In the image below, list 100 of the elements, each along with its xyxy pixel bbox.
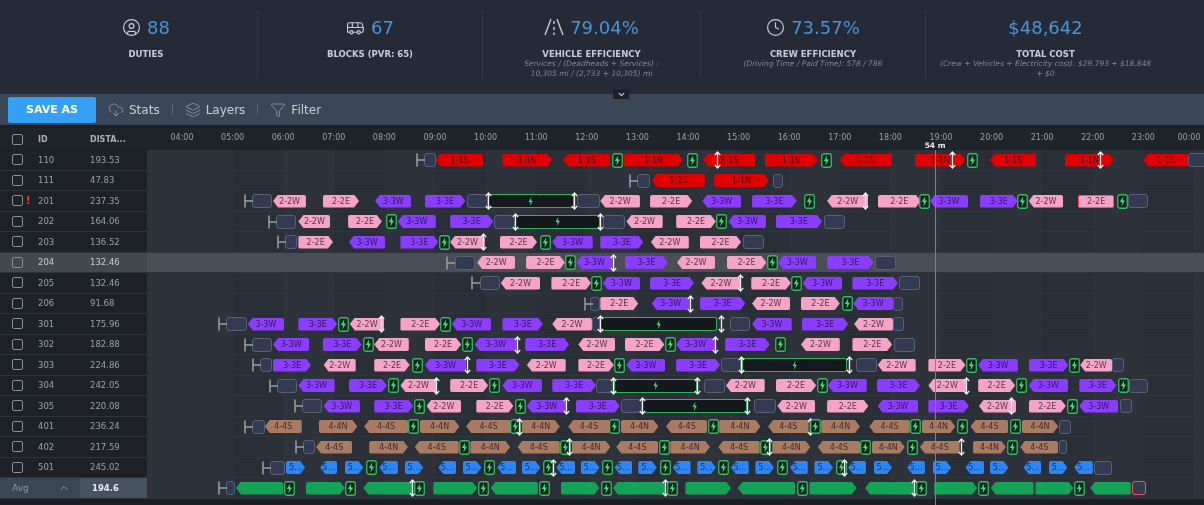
trip-bar: 3-3W	[828, 379, 867, 392]
depot-block	[596, 378, 614, 393]
double-arrow-icon	[596, 315, 604, 333]
trip-bar: 2-2W	[752, 297, 790, 310]
trip-bar: 2-2E	[374, 358, 410, 372]
charger-icon	[1068, 357, 1080, 373]
charger-icon	[489, 378, 501, 393]
toolbar-button[interactable]: Stats	[106, 101, 162, 118]
depot-block	[704, 378, 726, 393]
road-icon	[544, 18, 565, 36]
trip-bar: 2-2E	[1078, 194, 1114, 208]
distance-cell-text: 47.83	[90, 175, 116, 186]
charger-icon	[803, 193, 815, 209]
row-checkbox[interactable]	[12, 318, 23, 330]
trip-bar: 4-4S	[316, 440, 353, 454]
trip-bar: 5...	[932, 461, 952, 474]
double-arrow-icon	[661, 479, 669, 497]
depot-block	[591, 317, 601, 331]
row-checkbox[interactable]	[12, 420, 23, 432]
trip-bar: 1-1S	[651, 174, 705, 187]
trip-bar: 3-3E	[979, 194, 1018, 208]
charger-icon	[1067, 398, 1079, 414]
trip-bar: 3-3W	[375, 194, 412, 208]
row-checkbox[interactable]	[12, 256, 23, 268]
distance-cell-text: 132.46	[90, 277, 121, 288]
trip-bar: 5...	[497, 461, 516, 474]
trip-bar: 1-1S	[703, 153, 756, 167]
select-all-checkbox[interactable]	[12, 133, 23, 145]
double-arrow-icon	[463, 356, 471, 374]
trip-bar: 3-3W	[247, 317, 284, 331]
row-checkbox[interactable]	[12, 215, 23, 227]
charger-icon	[841, 296, 853, 311]
distance-cell-text: 91.68	[90, 298, 116, 309]
charger-icon	[965, 357, 977, 373]
row-checkbox[interactable]	[12, 154, 23, 166]
charger-icon	[542, 460, 554, 475]
row-checkbox[interactable]	[12, 277, 23, 289]
row-checkbox[interactable]	[12, 359, 23, 371]
bracket-icon	[244, 337, 254, 352]
column-header[interactable]: ID	[38, 134, 90, 144]
column-header[interactable]: DISTA...	[90, 134, 140, 144]
bolt-icon	[692, 401, 698, 411]
trip-bar: 2-2E	[348, 215, 382, 228]
trip-bar: 1-1N	[623, 153, 683, 167]
collapse-toggle[interactable]	[613, 89, 629, 99]
depot-block	[252, 194, 273, 208]
stat-label: BLOCKS (PVR: 65)	[326, 49, 413, 59]
trip-bar: 3-3E	[752, 194, 797, 208]
toolbar-button[interactable]: Filter	[268, 101, 324, 118]
id-cell-text: 305	[38, 400, 56, 411]
double-arrow-icon	[846, 356, 854, 374]
row-checkbox[interactable]	[12, 297, 23, 309]
trip-bar: 4-4S	[466, 420, 511, 433]
charger-icon	[345, 480, 357, 496]
distance-cell-text: 182.88	[90, 339, 121, 350]
trip-bar: 3-3W	[802, 276, 843, 290]
trip-bar: 2-2W	[323, 358, 356, 372]
charger-icon	[560, 439, 572, 455]
trip-bar: 2-2W	[298, 215, 331, 228]
trip-bar: 2-2W	[877, 358, 916, 372]
trip-bar: 3-3W	[1028, 379, 1069, 392]
trip-bar: 3-3E	[525, 338, 570, 351]
depot-block	[637, 173, 651, 188]
row-checkbox[interactable]	[12, 236, 23, 248]
charger-icon	[707, 419, 719, 434]
trip-bar: 4-4N	[772, 440, 811, 454]
toolbar-button[interactable]: Layers	[182, 101, 248, 118]
charger-icon	[1017, 193, 1029, 209]
charger-icon	[1009, 419, 1021, 434]
charger-icon	[664, 337, 676, 352]
trip-bar: 2-2W	[600, 194, 640, 208]
row-checkbox[interactable]	[12, 338, 23, 350]
stat-value: 88	[147, 16, 170, 38]
footer-label: Avg	[11, 481, 30, 495]
stat-label: DUTIES	[128, 49, 164, 59]
trip-bar: 4-4S	[666, 420, 708, 433]
trip-bar: 3-3E	[400, 235, 439, 249]
row-checkbox[interactable]	[12, 461, 23, 473]
trip-bar: 3-3W	[626, 358, 666, 372]
trip-bar: 4-4N	[571, 440, 611, 454]
row-checkbox[interactable]	[12, 441, 23, 453]
trip-bar: 4-4S	[414, 440, 459, 454]
row-checkbox[interactable]	[12, 400, 23, 412]
charger-icon	[484, 460, 496, 475]
depot-block	[855, 358, 877, 372]
row-checkbox[interactable]	[12, 174, 23, 186]
charger-icon	[510, 419, 522, 434]
row-checkbox[interactable]	[12, 195, 23, 207]
row-checkbox[interactable]	[12, 379, 23, 391]
trip-bar: 1-1S	[563, 153, 611, 167]
depot-block	[892, 317, 904, 331]
charger-icon	[478, 480, 490, 496]
trip-bar: 5...	[556, 461, 575, 474]
depot-block	[252, 337, 273, 352]
trip-bar: 4-4N	[821, 420, 860, 433]
trip-bar: 3-3E	[298, 317, 338, 331]
schedule-row[interactable]: 204 132.46 2-2W 2-2E 3-3W 3-3E 2-2W 2-2E 3-3W 3-3E	[0, 252, 1204, 273]
distance-cell-text: 237.35	[90, 195, 121, 206]
trip-bar: 5...	[1023, 461, 1042, 474]
double-arrow-icon	[515, 417, 523, 436]
